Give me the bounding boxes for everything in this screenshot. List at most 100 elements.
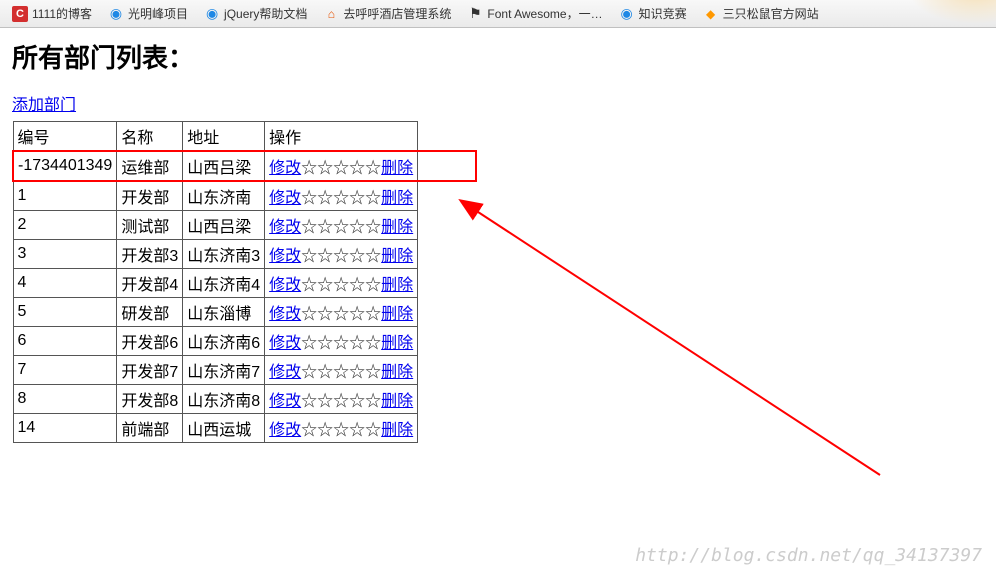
stars-separator: ☆☆☆☆☆: [301, 160, 381, 177]
bookmark-bar: C1111的博客◉光明峰项目◉jQuery帮助文档⌂去呼呼酒店管理系统⚑Font…: [0, 0, 996, 28]
bookmark-icon: ⌂: [323, 6, 339, 22]
edit-link[interactable]: 修改: [269, 277, 301, 294]
delete-link[interactable]: 删除: [381, 393, 413, 410]
page-title: 所有部门列表：: [12, 38, 984, 75]
highlight-extension: [417, 150, 477, 182]
table-row: 1开发部山东济南修改☆☆☆☆☆删除: [13, 181, 418, 211]
delete-link[interactable]: 删除: [381, 422, 413, 439]
bookmark-label: 1111的博客: [32, 5, 92, 22]
stars-separator: ☆☆☆☆☆: [301, 306, 381, 323]
stars-separator: ☆☆☆☆☆: [301, 393, 381, 410]
edit-link[interactable]: 修改: [269, 248, 301, 265]
cell-actions: 修改☆☆☆☆☆删除: [265, 298, 418, 327]
cell-address: 山西运城: [183, 414, 265, 443]
cell-actions: 修改☆☆☆☆☆删除: [265, 414, 418, 443]
edit-link[interactable]: 修改: [269, 422, 301, 439]
edit-link[interactable]: 修改: [269, 219, 301, 236]
cell-id: 14: [13, 414, 117, 443]
table-row: 8开发部8山东济南8修改☆☆☆☆☆删除: [13, 385, 418, 414]
bookmark-label: 去呼呼酒店管理系统: [343, 5, 451, 22]
cell-id: 7: [13, 356, 117, 385]
bookmark-label: 知识竞赛: [639, 5, 687, 22]
bookmark-item[interactable]: ◉jQuery帮助文档: [198, 3, 313, 24]
cell-name: 运维部: [117, 151, 183, 181]
add-department-link[interactable]: 添加部门: [12, 91, 76, 115]
cell-actions: 修改☆☆☆☆☆删除: [265, 240, 418, 269]
cell-name: 前端部: [117, 414, 183, 443]
cell-id: 5: [13, 298, 117, 327]
table-row: 5研发部山东淄博修改☆☆☆☆☆删除: [13, 298, 418, 327]
table-header-cell: 编号: [13, 122, 117, 152]
cell-actions: 修改☆☆☆☆☆删除: [265, 356, 418, 385]
stars-separator: ☆☆☆☆☆: [301, 335, 381, 352]
cell-address: 山东淄博: [183, 298, 265, 327]
bookmark-item[interactable]: ◉光明峰项目: [102, 3, 194, 24]
table-row: 2测试部山西吕梁修改☆☆☆☆☆删除: [13, 211, 418, 240]
table-header-row: 编号名称地址操作: [13, 122, 418, 152]
watermark: http://blog.csdn.net/qq_34137397: [635, 545, 982, 566]
stars-separator: ☆☆☆☆☆: [301, 422, 381, 439]
bookmark-icon: C: [12, 6, 28, 22]
edit-link[interactable]: 修改: [269, 393, 301, 410]
edit-link[interactable]: 修改: [269, 335, 301, 352]
bookmark-label: 三只松鼠官方网站: [723, 5, 819, 22]
table-header-cell: 操作: [265, 122, 418, 152]
cell-actions: 修改☆☆☆☆☆删除: [265, 181, 418, 211]
delete-link[interactable]: 删除: [381, 160, 413, 177]
cell-actions: 修改☆☆☆☆☆删除: [265, 269, 418, 298]
cell-id: 3: [13, 240, 117, 269]
delete-link[interactable]: 删除: [381, 306, 413, 323]
delete-link[interactable]: 删除: [381, 248, 413, 265]
delete-link[interactable]: 删除: [381, 364, 413, 381]
table-row: 4开发部4山东济南4修改☆☆☆☆☆删除: [13, 269, 418, 298]
cell-name: 开发部8: [117, 385, 183, 414]
cell-name: 开发部: [117, 181, 183, 211]
table-row: -1734401349运维部山西吕梁修改☆☆☆☆☆删除: [13, 151, 418, 181]
cell-id: 8: [13, 385, 117, 414]
delete-link[interactable]: 删除: [381, 335, 413, 352]
delete-link[interactable]: 删除: [381, 219, 413, 236]
bookmark-icon: ◉: [204, 6, 220, 22]
cell-address: 山西吕梁: [183, 151, 265, 181]
delete-link[interactable]: 删除: [381, 190, 413, 207]
main-content: 所有部门列表： 添加部门 编号名称地址操作-1734401349运维部山西吕梁修…: [0, 28, 996, 453]
bookmark-item[interactable]: ⌂去呼呼酒店管理系统: [317, 3, 457, 24]
cell-address: 山东济南6: [183, 327, 265, 356]
table-header-cell: 名称: [117, 122, 183, 152]
bookmark-item[interactable]: ◆三只松鼠官方网站: [697, 3, 825, 24]
edit-link[interactable]: 修改: [269, 306, 301, 323]
table-header-cell: 地址: [183, 122, 265, 152]
bookmark-label: Font Awesome，一…: [487, 5, 602, 22]
edit-link[interactable]: 修改: [269, 364, 301, 381]
bookmark-icon: ⚑: [467, 6, 483, 22]
cell-actions: 修改☆☆☆☆☆删除: [265, 327, 418, 356]
cell-address: 山西吕梁: [183, 211, 265, 240]
bookmark-item[interactable]: ⚑Font Awesome，一…: [461, 3, 608, 24]
table-row: 3开发部3山东济南3修改☆☆☆☆☆删除: [13, 240, 418, 269]
stars-separator: ☆☆☆☆☆: [301, 277, 381, 294]
edit-link[interactable]: 修改: [269, 160, 301, 177]
cell-name: 开发部3: [117, 240, 183, 269]
cell-address: 山东济南8: [183, 385, 265, 414]
table-row: 7开发部7山东济南7修改☆☆☆☆☆删除: [13, 356, 418, 385]
cell-id: 1: [13, 181, 117, 211]
cell-address: 山东济南3: [183, 240, 265, 269]
bookmark-item[interactable]: C1111的博客: [6, 3, 98, 24]
table-row: 14前端部山西运城修改☆☆☆☆☆删除: [13, 414, 418, 443]
cell-name: 开发部6: [117, 327, 183, 356]
cell-name: 测试部: [117, 211, 183, 240]
cell-name: 开发部7: [117, 356, 183, 385]
cell-address: 山东济南7: [183, 356, 265, 385]
cell-actions: 修改☆☆☆☆☆删除: [265, 211, 418, 240]
bookmark-label: 光明峰项目: [128, 5, 188, 22]
delete-link[interactable]: 删除: [381, 277, 413, 294]
stars-separator: ☆☆☆☆☆: [301, 364, 381, 381]
bookmark-icon: ◉: [108, 6, 124, 22]
cell-name: 开发部4: [117, 269, 183, 298]
cell-address: 山东济南: [183, 181, 265, 211]
cell-actions: 修改☆☆☆☆☆删除: [265, 151, 418, 181]
stars-separator: ☆☆☆☆☆: [301, 248, 381, 265]
bookmark-item[interactable]: ◉知识竞赛: [613, 3, 693, 24]
edit-link[interactable]: 修改: [269, 190, 301, 207]
stars-separator: ☆☆☆☆☆: [301, 190, 381, 207]
